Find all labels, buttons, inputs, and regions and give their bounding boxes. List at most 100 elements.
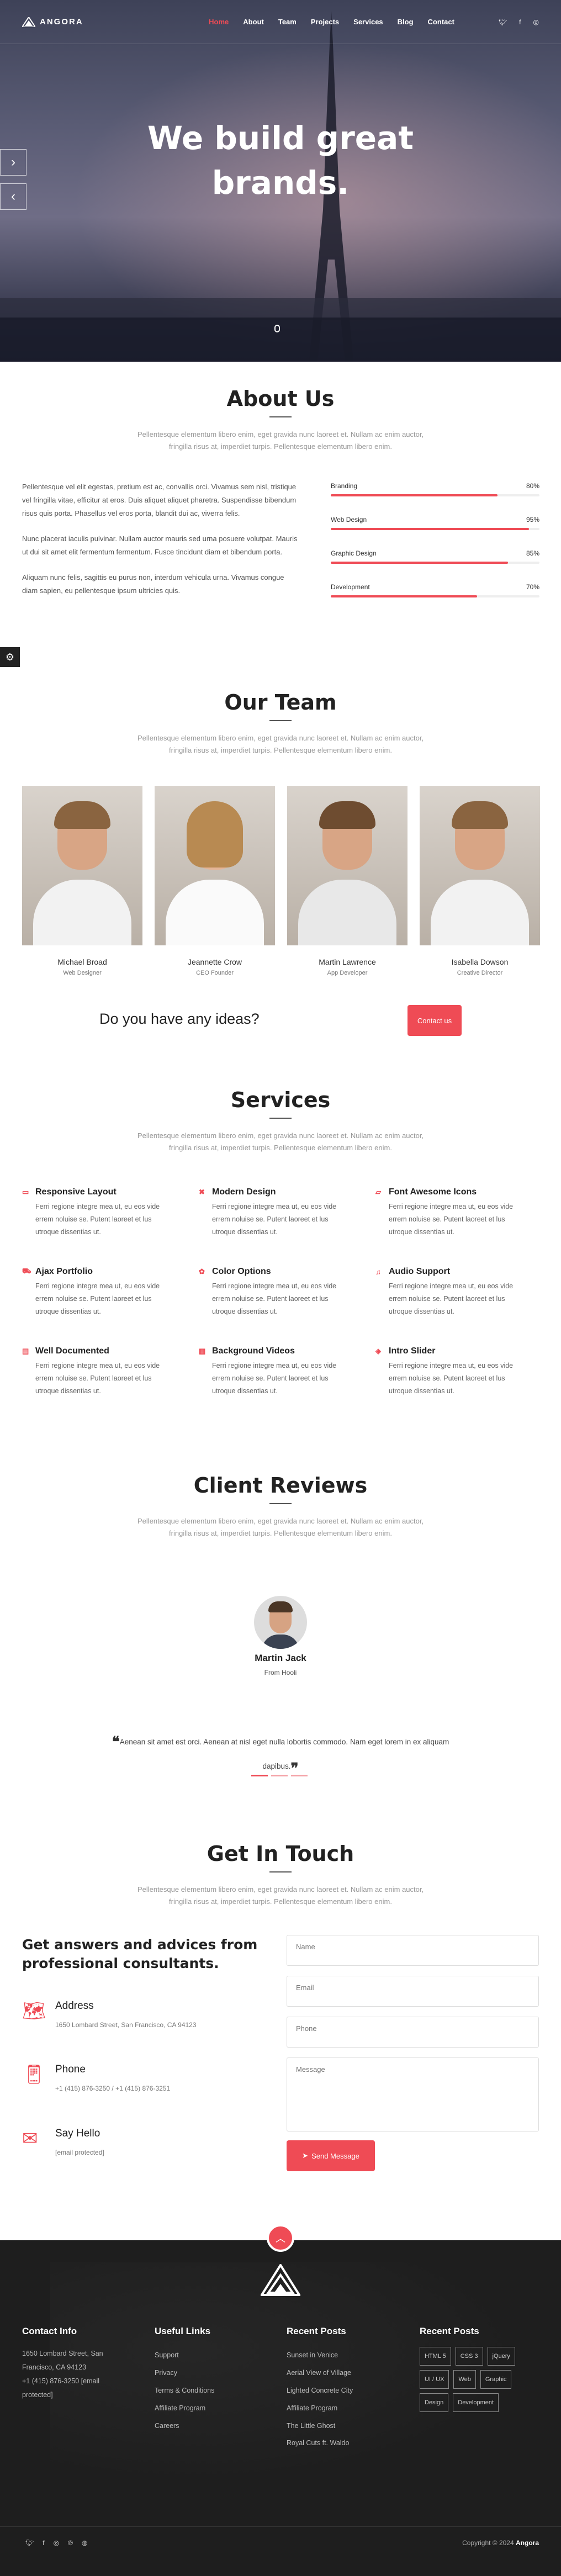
skill-bar xyxy=(331,562,509,564)
member-photo xyxy=(287,786,407,945)
skill-branding: Branding 80% xyxy=(331,482,539,496)
skill-bar xyxy=(331,595,477,597)
footer-link[interactable]: Privacy xyxy=(155,2365,214,2382)
scroll-top-button[interactable]: ︿ xyxy=(267,2224,294,2252)
reviewer-company: From Hooli xyxy=(264,1669,297,1676)
footer-heading: Recent Posts xyxy=(420,2326,479,2336)
film-icon: ▦ xyxy=(199,1347,206,1355)
contact-address: 🗺︎ Address 1650 Lombard Street, San Franci… xyxy=(22,2000,197,2030)
about-subtitle: Pellentesque elementum libero enim, eget… xyxy=(137,430,424,451)
footer-post-link[interactable]: Royal Cuts ft. Waldo xyxy=(287,2435,353,2452)
menu-item-blog[interactable]: Blog xyxy=(398,18,414,26)
skill-web-design: Web Design 95% xyxy=(331,516,539,530)
dribbble-icon[interactable]: ◍ xyxy=(82,2539,87,2547)
tag[interactable]: jQuery xyxy=(487,2347,515,2366)
footer-link[interactable]: Affiliate Program xyxy=(155,2400,214,2418)
contact-email: ✉ Say Hello [email protected] xyxy=(22,2128,104,2158)
hero-title-line1: We build great xyxy=(147,119,414,157)
message-textarea[interactable]: Message xyxy=(287,2057,539,2131)
twitter-icon[interactable]: 🐦︎ xyxy=(499,18,507,26)
instagram-icon[interactable]: ◎ xyxy=(533,18,539,26)
logo-text: ANGORA xyxy=(40,17,83,27)
review-pagination xyxy=(251,1775,308,1776)
about-paragraph: Pellentesque vel elit egestas, pretium e… xyxy=(22,483,297,518)
skill-development: Development 70% xyxy=(331,583,539,597)
team-member[interactable]: Jeannette Crow CEO Founder xyxy=(155,786,275,976)
about-paragraph: Nunc placerat iaculis pulvinar. Nullam a… xyxy=(22,535,298,557)
review-page-dot-active[interactable] xyxy=(251,1775,268,1776)
email-input[interactable]: Email xyxy=(287,1976,539,2007)
team-member[interactable]: Martin Lawrence App Developer xyxy=(287,786,407,976)
menu-item-contact[interactable]: Contact xyxy=(428,18,454,26)
service-title: Color Options xyxy=(212,1267,271,1276)
tag[interactable]: UI / UX xyxy=(420,2370,449,2389)
footer-phone: +1 (415) 876-3250 xyxy=(22,2377,80,2385)
top-nav: ANGORA Home About Team Projects Services… xyxy=(0,0,561,44)
service-item: ▱ Font Awesome Icons Ferri regione integre… xyxy=(375,1187,527,1239)
contact-us-button[interactable]: Contact us xyxy=(407,1005,462,1036)
footer-link[interactable]: Terms & Conditions xyxy=(155,2382,214,2400)
footer-post-link[interactable]: Lighted Concrete City xyxy=(287,2382,353,2400)
email-label: Say Hello xyxy=(55,2128,100,2139)
service-title: Background Videos xyxy=(212,1346,295,1356)
tag[interactable]: Graphic xyxy=(480,2370,512,2389)
menu-item-team[interactable]: Team xyxy=(278,18,297,26)
footer-post-link[interactable]: The Little Ghost xyxy=(287,2418,353,2435)
menu-item-projects[interactable]: Projects xyxy=(311,18,339,26)
twitter-icon[interactable]: 🐦︎ xyxy=(25,2539,34,2547)
phone-input[interactable]: Phone xyxy=(287,2017,539,2048)
slider-prev-button[interactable]: ‹ xyxy=(0,183,27,210)
skill-value: 70% xyxy=(526,583,539,591)
palette-icon: ✿ xyxy=(199,1267,205,1276)
menu-item-services[interactable]: Services xyxy=(353,18,383,26)
tag[interactable]: Design xyxy=(420,2393,449,2412)
team-member[interactable]: Isabella Dowson Creative Director xyxy=(420,786,540,976)
footer-post-link[interactable]: Sunset in Venice xyxy=(287,2347,353,2365)
skill-name: Development xyxy=(331,583,370,591)
member-name: Martin Lawrence xyxy=(319,958,376,966)
review-page-dot[interactable] xyxy=(271,1775,288,1776)
facebook-icon[interactable]: f xyxy=(519,18,521,26)
footer-post-link[interactable]: Affiliate Program xyxy=(287,2400,353,2418)
menu-item-home[interactable]: Home xyxy=(209,18,229,26)
footer-heading: Useful Links xyxy=(155,2326,211,2336)
tag[interactable]: Development xyxy=(453,2393,499,2412)
instagram-icon[interactable]: ◎ xyxy=(54,2539,59,2547)
footer-heading: Recent Posts xyxy=(287,2326,346,2336)
member-photo xyxy=(22,786,142,945)
phone-icon: 📱︎ xyxy=(22,2064,46,2085)
footer-heading: Contact Info xyxy=(22,2326,77,2336)
footer-link[interactable]: Support xyxy=(155,2347,214,2365)
review-page-dot[interactable] xyxy=(291,1775,308,1776)
facebook-icon[interactable]: f xyxy=(43,2539,44,2547)
settings-gear-icon[interactable]: ⚙ xyxy=(0,647,20,667)
tag[interactable]: Web xyxy=(453,2370,476,2389)
main-menu: Home About Team Projects Services Blog C… xyxy=(209,18,454,26)
scroll-down-mouse-icon[interactable] xyxy=(274,325,280,332)
contact-phone: 📱︎ Phone +1 (415) 876-3250 / +1 (415) 876-… xyxy=(22,2064,170,2094)
team-member[interactable]: Michael Broad Web Designer xyxy=(22,786,142,976)
tag[interactable]: HTML 5 xyxy=(420,2347,451,2366)
slider-next-button[interactable]: › xyxy=(0,149,27,176)
name-input[interactable]: Name xyxy=(287,1935,539,1966)
divider xyxy=(269,720,292,721)
send-icon: ➤ xyxy=(302,2151,309,2160)
service-item: ⛟ Ajax Portfolio Ferri regione integre mea… xyxy=(22,1267,174,1318)
pinterest-icon[interactable]: ℗ xyxy=(68,2539,73,2547)
contact-heading: Get answers and advices from professiona… xyxy=(22,1937,258,1971)
service-description: Ferri regione integre mea ut, eu eos vid… xyxy=(35,1203,160,1236)
headphones-icon: ♫ xyxy=(375,1267,381,1276)
about-paragraph: Aliquam nunc felis, sagittis eu purus no… xyxy=(22,573,284,595)
about-text: Pellentesque vel elit egestas, pretium e… xyxy=(22,480,298,610)
tag[interactable]: CSS 3 xyxy=(455,2347,483,2366)
footer-link[interactable]: Careers xyxy=(155,2418,214,2435)
menu-item-about[interactable]: About xyxy=(243,18,264,26)
footer-recent-posts: Recent Posts Sunset in Venice Aerial View … xyxy=(287,2326,353,2452)
logo[interactable]: ANGORA xyxy=(22,17,83,27)
footer-contact-info: Contact Info 1650 Lombard Street, San Fr… xyxy=(22,2326,127,2402)
footer-tags: Recent Posts HTML 5 CSS 3 jQuery UI / UX Web G… xyxy=(420,2326,536,2412)
service-item: ▦ Background Videos Ferri regione integre … xyxy=(199,1346,351,1398)
service-description: Ferri regione integre mea ut, eu eos vid… xyxy=(212,1362,337,1395)
footer-post-link[interactable]: Aerial View of Village xyxy=(287,2365,353,2382)
send-message-button[interactable]: ➤ Send Message xyxy=(287,2140,375,2171)
